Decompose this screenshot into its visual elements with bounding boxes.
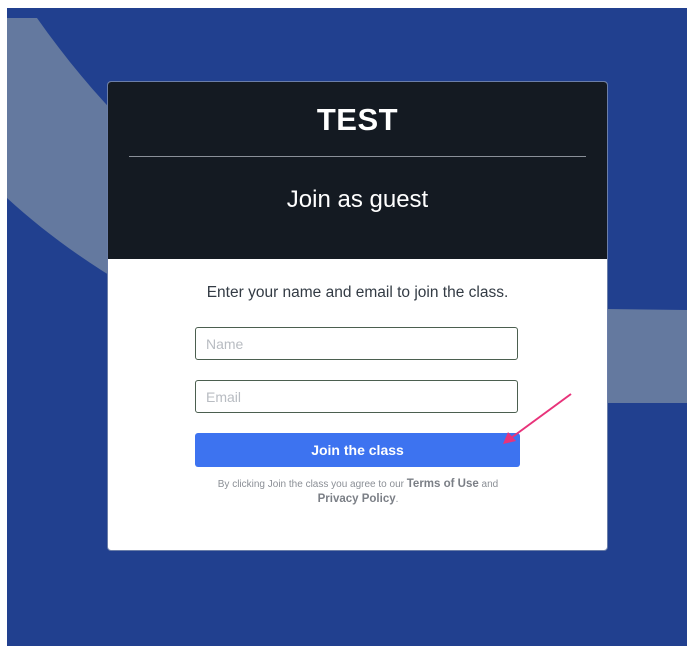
terms-prefix: By clicking Join the class you agree to … <box>217 479 404 490</box>
join-card: TEST Join as guest Enter your name and e… <box>107 81 608 551</box>
terms-of-use-link[interactable]: Terms of Use <box>407 478 479 490</box>
terms-notice: By clicking Join the class you agree to … <box>198 477 518 507</box>
card-header: TEST Join as guest <box>108 82 607 259</box>
intro-text: Enter your name and email to join the cl… <box>206 284 509 301</box>
header-divider <box>129 156 586 157</box>
join-class-button[interactable]: Join the class <box>195 433 520 467</box>
page-title: Join as guest <box>286 186 429 213</box>
terms-conjunction: and <box>481 479 499 490</box>
brand-logo: TEST <box>316 102 399 137</box>
email-input[interactable] <box>195 380 518 413</box>
privacy-policy-link[interactable]: Privacy Policy <box>318 493 396 505</box>
terms-suffix: . <box>395 494 399 505</box>
name-input[interactable] <box>195 327 518 360</box>
